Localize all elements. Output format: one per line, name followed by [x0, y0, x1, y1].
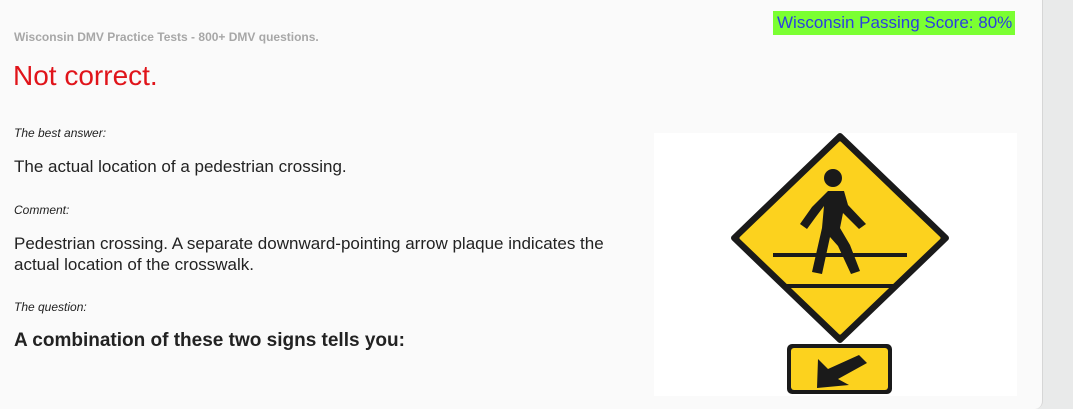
question-text: A combination of these two signs tells y… — [14, 330, 405, 351]
passing-score-badge: Wisconsin Passing Score: 80% — [773, 11, 1016, 35]
comment-text: Pedestrian crossing. A separate downward… — [14, 234, 604, 274]
down-left-arrow-plaque-icon — [787, 344, 892, 394]
site-title: Wisconsin DMV Practice Tests - 800+ DMV … — [14, 30, 319, 44]
result-status: Not correct. — [13, 60, 158, 91]
question-image — [654, 133, 1017, 396]
question-label: The question: — [14, 300, 87, 314]
question-card: Wisconsin Passing Score: 80% Wisconsin D… — [0, 0, 1043, 409]
best-answer-label: The best answer: — [14, 126, 107, 140]
comment-label: Comment: — [14, 203, 70, 217]
pedestrian-crossing-sign-icon — [731, 133, 949, 343]
best-answer-text: The actual location of a pedestrian cros… — [14, 157, 347, 176]
